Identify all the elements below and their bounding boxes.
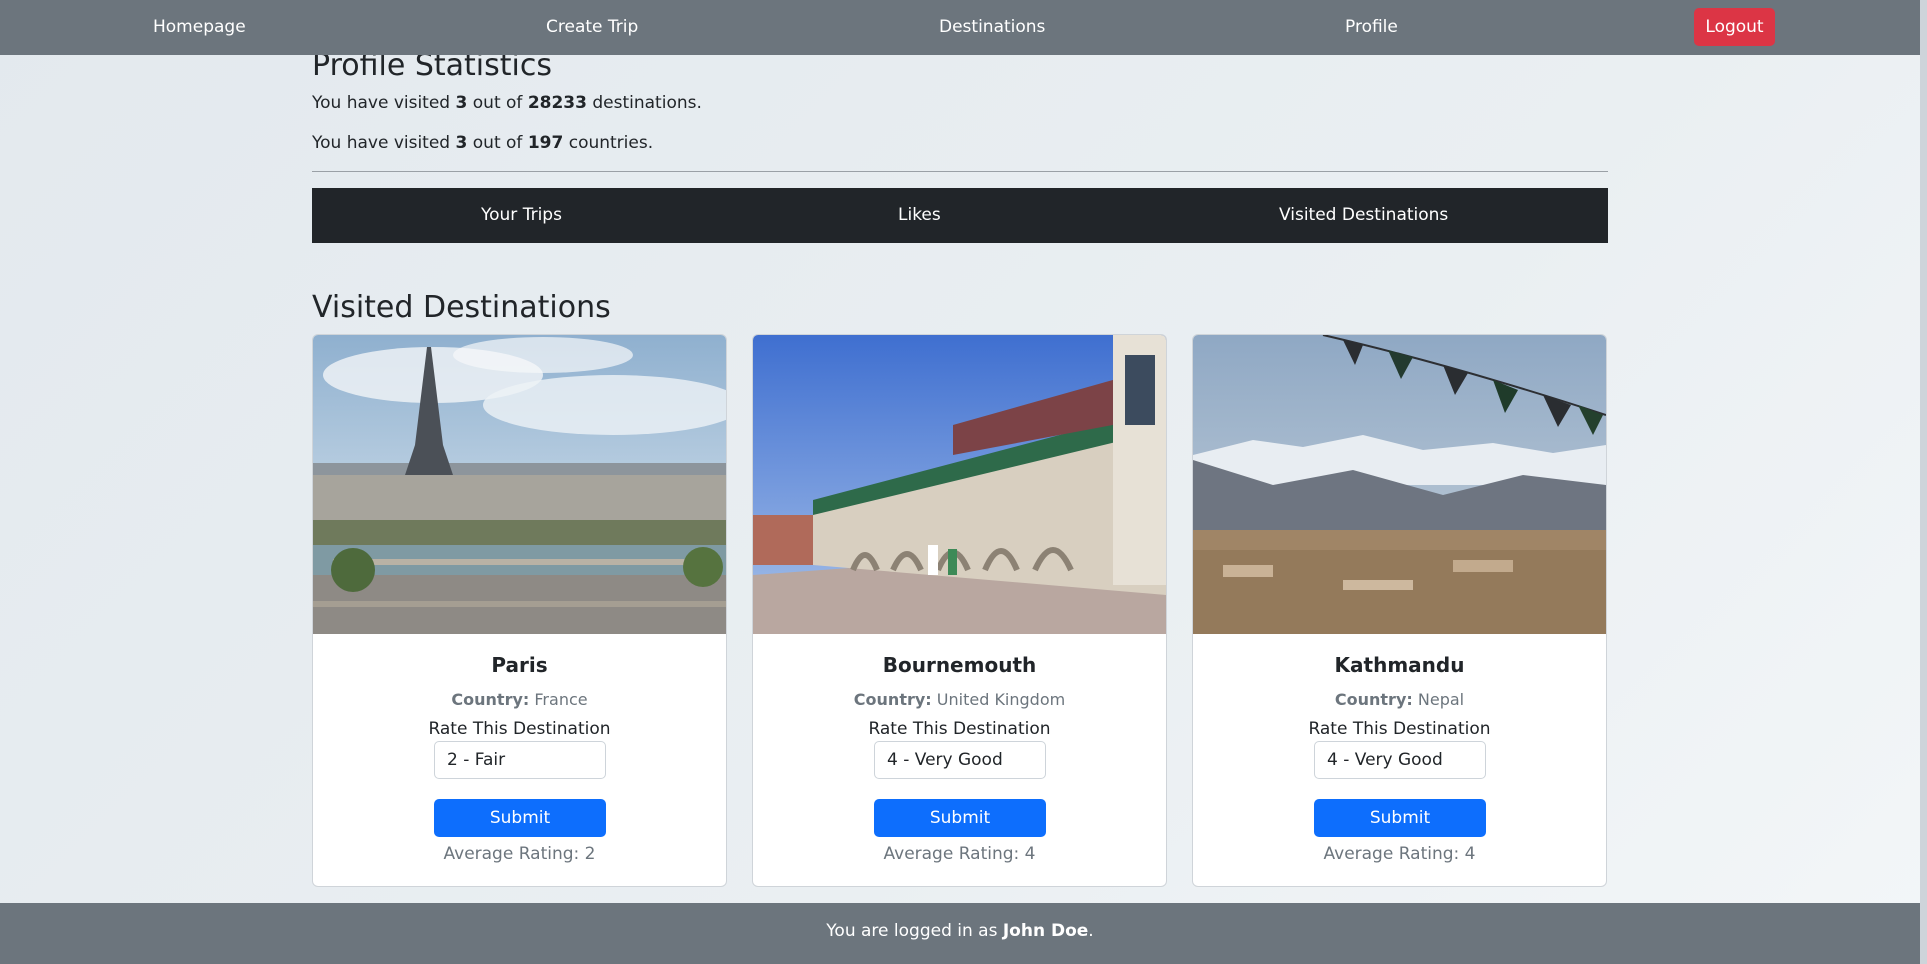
submit-rating-button[interactable]: Submit — [434, 799, 606, 837]
rate-label: Rate This Destination — [428, 719, 611, 739]
submit-rating-button[interactable]: Submit — [874, 799, 1046, 837]
average-rating: Average Rating: 4 — [883, 844, 1036, 864]
average-rating: Average Rating: 4 — [1323, 844, 1476, 864]
submit-rating-button[interactable]: Submit — [1314, 799, 1486, 837]
rating-select[interactable]: 4 - Very Good — [874, 741, 1046, 779]
destination-name: Bournemouth — [882, 653, 1037, 677]
average-rating: Average Rating: 2 — [443, 844, 596, 864]
visited-destinations-count: 3 — [455, 93, 468, 113]
divider — [312, 171, 1608, 172]
tab-likes[interactable]: Likes — [898, 188, 941, 243]
destinations-stat: You have visited 3 out of 28233 destinat… — [312, 93, 702, 113]
paris-photo — [313, 335, 726, 634]
destination-country: Country: Nepal — [1334, 690, 1465, 709]
total-destinations-count: 28233 — [527, 93, 587, 113]
footer: You are logged in as John Doe. — [0, 903, 1920, 964]
profile-tabbar: Your Trips Likes Visited Destinations — [312, 188, 1608, 243]
rating-select[interactable]: 2 - Fair — [434, 741, 606, 779]
nav-destinations[interactable]: Destinations — [939, 0, 1045, 55]
bournemouth-photo — [753, 335, 1166, 634]
kathmandu-photo — [1193, 335, 1606, 634]
nav-homepage[interactable]: Homepage — [153, 0, 246, 55]
destination-card-kathmandu: Kathmandu Country: Nepal Rate This Desti… — [1192, 334, 1607, 887]
rate-label: Rate This Destination — [1308, 719, 1491, 739]
top-navbar: Homepage Create Trip Destinations Profil… — [0, 0, 1920, 55]
logout-button[interactable]: Logout — [1694, 8, 1775, 46]
destination-name: Kathmandu — [1334, 653, 1465, 677]
destination-card-bournemouth: Bournemouth Country: United Kingdom Rate… — [752, 334, 1167, 887]
rating-select[interactable]: 4 - Very Good — [1314, 741, 1486, 779]
tab-your-trips[interactable]: Your Trips — [481, 188, 562, 243]
page-scrollbar[interactable] — [1920, 0, 1927, 964]
nav-create-trip[interactable]: Create Trip — [546, 0, 638, 55]
destination-name: Paris — [491, 653, 548, 677]
nav-profile[interactable]: Profile — [1345, 0, 1398, 55]
destination-card-paris: Paris Country: France Rate This Destinat… — [312, 334, 727, 887]
destination-country: Country: United Kingdom — [853, 690, 1066, 709]
rate-label: Rate This Destination — [868, 719, 1051, 739]
visited-countries-count: 3 — [455, 133, 468, 153]
destination-country: Country: France — [451, 690, 588, 709]
tab-visited-destinations[interactable]: Visited Destinations — [1279, 188, 1448, 243]
section-title: Visited Destinations — [312, 290, 611, 325]
countries-stat: You have visited 3 out of 197 countries. — [312, 133, 654, 153]
total-countries-count: 197 — [527, 133, 564, 153]
logged-in-user: John Doe — [1002, 921, 1089, 941]
